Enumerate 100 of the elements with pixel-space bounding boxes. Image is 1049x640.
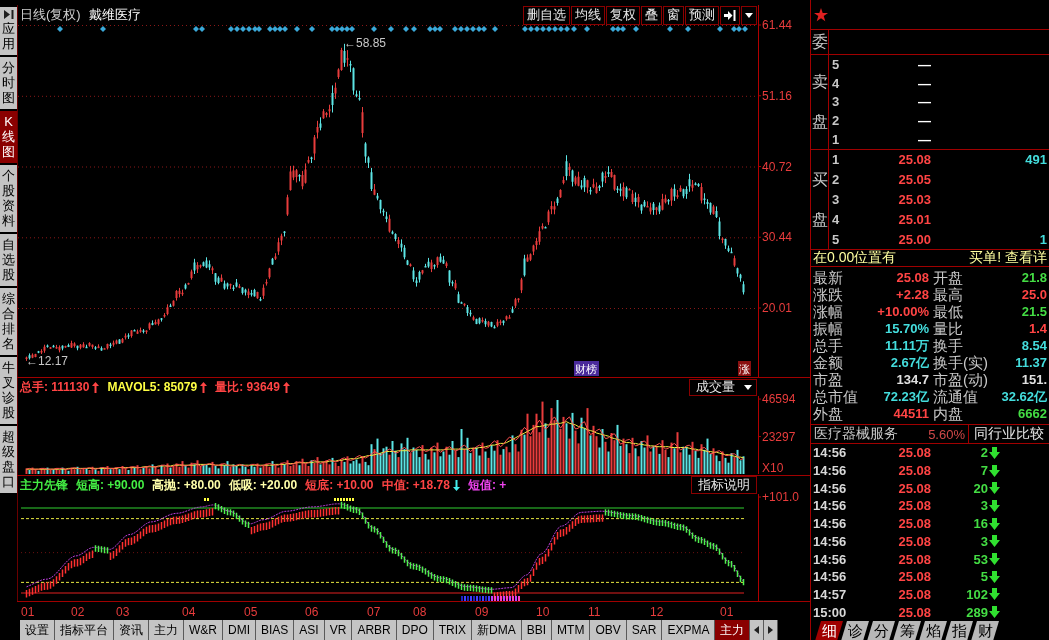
indicator-tab[interactable]: 设置 xyxy=(20,620,55,640)
bar xyxy=(586,408,589,474)
indicator-tab[interactable]: TRIX xyxy=(433,620,473,640)
indicator-tab[interactable]: ARBR xyxy=(352,620,397,640)
bar xyxy=(538,432,541,474)
legend-value: 低吸: +20.00 xyxy=(228,476,298,494)
price-axis-label: 40.72 xyxy=(762,159,793,174)
bar xyxy=(562,416,565,474)
bid-side-label: 买盘 xyxy=(811,169,828,230)
sidebar-tab[interactable]: 个股资料 xyxy=(0,165,17,232)
indicator-tab[interactable]: EXPMA xyxy=(662,620,716,640)
indicator-tab[interactable]: ASI xyxy=(294,620,325,640)
bar xyxy=(634,448,637,474)
toolbar-button[interactable]: 叠 xyxy=(641,5,662,25)
indicator-tab[interactable]: DPO xyxy=(396,620,434,640)
bar xyxy=(619,445,622,474)
price-axis-label: 51.16 xyxy=(762,88,793,103)
sidebar-tab[interactable]: 牛叉诊股 xyxy=(0,357,17,424)
toolbar-button[interactable]: 预测 xyxy=(685,5,719,25)
month-label: 12 xyxy=(650,605,664,619)
bar xyxy=(580,417,583,474)
tick-price: 25.08 xyxy=(897,533,931,549)
indicator-tab[interactable]: SAR xyxy=(626,620,663,640)
indicator-tab[interactable]: 资讯 xyxy=(114,620,149,640)
month-label: 02 xyxy=(71,605,85,619)
bar xyxy=(157,469,160,474)
stat-value: 8.54 xyxy=(1020,337,1048,354)
compare-button[interactable]: 同行业比较 xyxy=(968,425,1049,443)
detail-tab[interactable]: 财 xyxy=(971,621,999,640)
sidebar-tab[interactable]: 综合排名 xyxy=(0,288,17,355)
bar xyxy=(457,457,460,474)
order-level: 1 xyxy=(831,132,841,148)
order-price: — xyxy=(917,75,931,91)
bar xyxy=(640,441,643,474)
detail-tab[interactable]: 焰 xyxy=(919,621,947,640)
bar xyxy=(454,450,457,474)
bar xyxy=(532,424,535,474)
legend-value: 总手: 111130 xyxy=(20,378,90,396)
order-price: 25.01 xyxy=(897,211,931,227)
bar xyxy=(544,423,547,474)
indicator-tab[interactable]: DMI xyxy=(223,620,256,640)
indicator-tab[interactable]: BIAS xyxy=(256,620,295,640)
bar xyxy=(493,450,496,474)
indicator-tab[interactable]: BBI xyxy=(521,620,553,640)
tick-price: 25.08 xyxy=(897,498,931,514)
bar xyxy=(379,453,382,474)
toolbar-button[interactable]: 复权 xyxy=(606,5,640,25)
bar xyxy=(667,457,670,474)
notice-link[interactable]: 买单! 查看详 xyxy=(969,249,1047,267)
stat-value: 11.11万 xyxy=(883,337,930,354)
scroll-right-button[interactable] xyxy=(764,620,779,640)
order-volume: 1 xyxy=(1038,231,1048,247)
tick-time: 14:56 xyxy=(812,463,848,479)
tick-price: 25.08 xyxy=(897,586,931,602)
help-button[interactable]: 指标说明 xyxy=(691,476,757,494)
detail-tab[interactable]: 分 xyxy=(867,621,895,640)
sidebar-tab[interactable]: 超级盘口 xyxy=(0,426,17,493)
indicator-tab[interactable]: 主力 xyxy=(715,620,751,640)
sidebar-tab[interactable]: 分时图 xyxy=(0,57,17,109)
bar xyxy=(628,453,631,474)
sidebar-tab[interactable]: 应用 xyxy=(0,7,17,55)
detail-tab[interactable]: 指 xyxy=(945,621,973,640)
stat-label: 总手 xyxy=(812,337,844,354)
caret-icon xyxy=(745,12,753,18)
indicator-tab[interactable]: 指标平台 xyxy=(55,620,114,640)
month-label: 11 xyxy=(588,605,601,619)
bar xyxy=(487,457,490,474)
notice-text: 在0.00位置有 xyxy=(813,249,897,267)
detail-tab[interactable]: 筹 xyxy=(893,621,921,640)
month-label: 08 xyxy=(413,605,427,619)
bar xyxy=(370,444,373,474)
indicator-tab[interactable]: 新DMA xyxy=(472,620,522,640)
indicator-tab[interactable]: MTM xyxy=(552,620,591,640)
order-price: 25.03 xyxy=(897,192,931,207)
bar xyxy=(715,455,718,474)
tick-price: 25.08 xyxy=(897,463,931,479)
sidebar-tab[interactable]: 自选股 xyxy=(0,234,17,286)
toolbar-button[interactable]: 均线 xyxy=(571,5,605,25)
bar xyxy=(541,401,544,474)
indicator-tab[interactable]: OBV xyxy=(590,620,627,640)
bar xyxy=(694,450,697,474)
dropdown-button[interactable] xyxy=(741,5,757,25)
jump-end-button[interactable] xyxy=(720,5,740,25)
stat-label: 换手 xyxy=(932,337,964,354)
toolbar-button[interactable]: 窗 xyxy=(663,5,684,25)
legend-value: 短底: +10.00 xyxy=(305,476,374,494)
indicator-tab[interactable]: W&R xyxy=(184,620,223,640)
bar xyxy=(682,446,685,474)
indicator-tab[interactable]: VR xyxy=(324,620,353,640)
indicator-tab[interactable]: 主力 xyxy=(149,620,184,640)
stat-label: 最高 xyxy=(932,286,964,303)
stat-label: 开盘 xyxy=(932,269,964,286)
indicator-select[interactable]: 成交量 xyxy=(689,378,757,396)
detail-tab[interactable]: 细 xyxy=(815,621,843,640)
sidebar-tab[interactable]: K线图 xyxy=(0,111,17,163)
toolbar-button[interactable]: 删自选 xyxy=(523,5,570,25)
legend-value: 中值: +18.78 xyxy=(381,476,450,494)
bar xyxy=(556,400,559,474)
scroll-left-button[interactable] xyxy=(750,620,765,640)
detail-tab[interactable]: 诊 xyxy=(841,621,869,640)
